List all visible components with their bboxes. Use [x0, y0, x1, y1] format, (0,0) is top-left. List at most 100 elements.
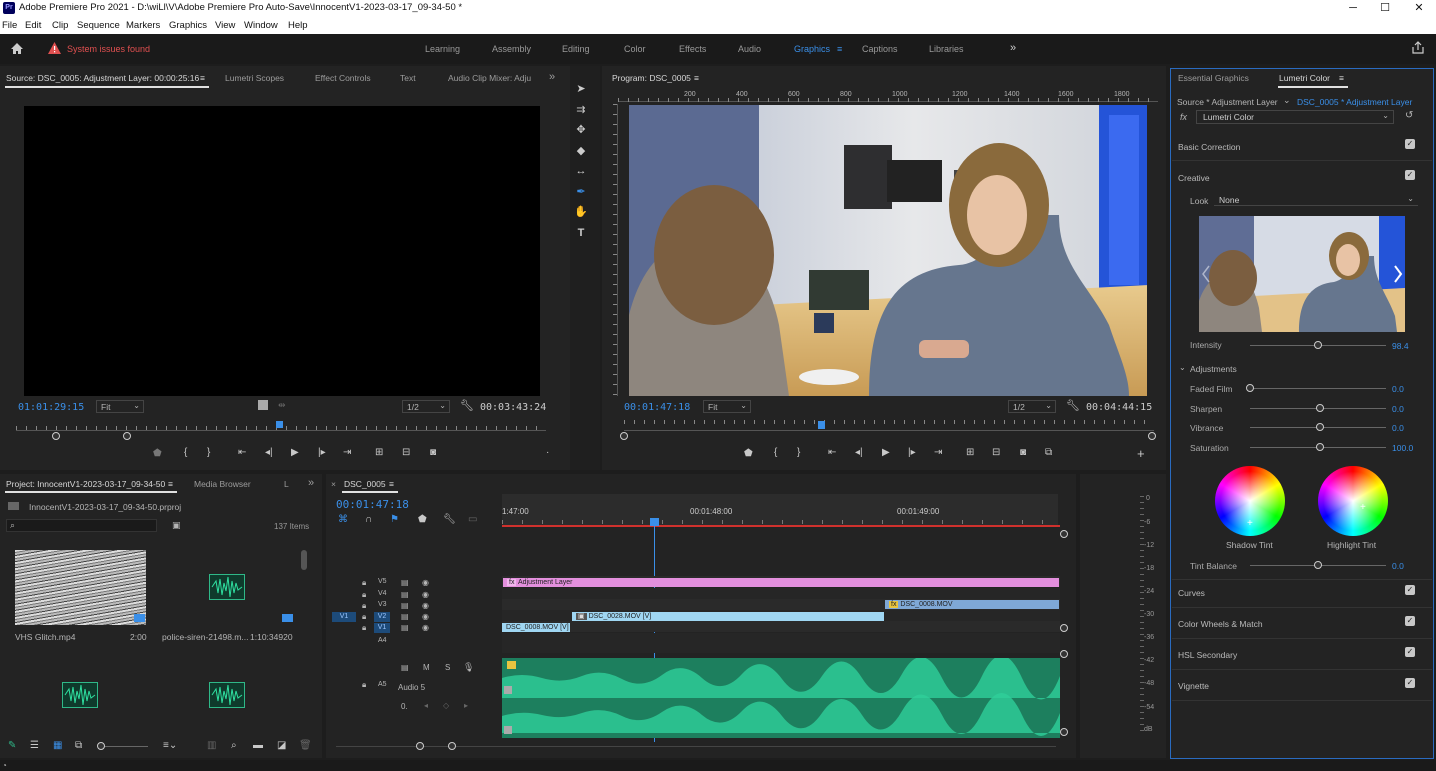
program-step-back-icon[interactable]: ◂| [855, 447, 863, 458]
look-dropdown[interactable]: None ⌄ [1214, 194, 1418, 206]
system-issues-alert[interactable]: System issues found [67, 44, 150, 54]
more-workspaces-icon[interactable]: » [1010, 42, 1016, 54]
workspace-captions[interactable]: Captions [862, 44, 898, 54]
adjustment-layer-clip[interactable]: fx Adjustment Layer [503, 578, 1059, 587]
project-more-panels-icon[interactable]: » [308, 477, 314, 489]
hand-tool-icon[interactable]: ✋ [574, 205, 588, 219]
vignette-checkbox[interactable]: ✓ [1405, 678, 1415, 688]
tab-sequence[interactable]: DSC_0005 [344, 479, 386, 489]
share-icon[interactable] [1411, 41, 1425, 55]
selection-tool-icon[interactable]: ➤ [574, 82, 588, 96]
maximize-button[interactable]: ☐ [1368, 0, 1402, 16]
sort-icon[interactable]: ≡⌄ [163, 740, 177, 751]
tab-audio-clip-mixer[interactable]: Audio Clip Mixer: Adju [448, 73, 531, 83]
curves-checkbox[interactable]: ✓ [1405, 585, 1415, 595]
list-view-icon[interactable]: ☰ [30, 740, 39, 751]
menu-window[interactable]: Window [244, 20, 278, 31]
timeline-zoom-bar[interactable] [336, 746, 1056, 747]
linked-selection-icon[interactable]: ⚑ [390, 514, 399, 525]
pen-tool-icon[interactable]: ✒ [574, 185, 588, 199]
tint-balance-knob[interactable] [1314, 561, 1322, 569]
reset-icon[interactable]: ↺ [1405, 110, 1413, 121]
adjustments-chevron-icon[interactable]: ⌄ [1179, 363, 1186, 372]
source-dropdown-icon[interactable]: ⌄ [1283, 95, 1291, 106]
workspace-effects[interactable]: Effects [679, 44, 706, 54]
source-panel-menu-icon[interactable]: ≡ [200, 73, 205, 83]
section-creative[interactable]: Creative [1178, 173, 1210, 183]
previous-keyframe-icon[interactable]: ◂ [424, 701, 428, 710]
lock-icon[interactable]: 🔒︎ [362, 680, 366, 690]
project-scrollbar[interactable] [301, 550, 307, 570]
track-label-v2[interactable]: V2 [374, 612, 390, 622]
timeline-scroll-handle[interactable] [1060, 650, 1068, 658]
timeline-settings-icon[interactable]: 🔧︎ [443, 514, 456, 525]
timeline-timecode[interactable]: 00:01:47:18 [336, 498, 409, 511]
lumetri-source-link[interactable]: DSC_0005 * Adjustment Layer [1297, 97, 1412, 107]
next-keyframe-icon[interactable]: ▸ [464, 701, 468, 710]
eye-icon[interactable]: ◉ [422, 601, 429, 610]
new-search-bin-icon[interactable]: ▣ [172, 520, 181, 531]
program-video-frame[interactable] [629, 105, 1147, 396]
lift-icon[interactable]: ⊞ [966, 447, 974, 458]
workspace-editing[interactable]: Editing [562, 44, 590, 54]
razor-tool-icon[interactable]: ◆ [574, 144, 588, 158]
close-button[interactable]: ✕ [1402, 0, 1436, 16]
mark-out-icon[interactable]: } [207, 447, 210, 458]
audio-volume-value[interactable]: 0. [401, 702, 408, 711]
menu-edit[interactable]: Edit [25, 20, 41, 31]
program-fit-dropdown[interactable]: Fit ⌄ [703, 400, 751, 413]
solo-button[interactable]: S [445, 663, 450, 672]
sync-lock-icon[interactable]: ▤ [401, 578, 409, 587]
vibrance-knob[interactable] [1316, 423, 1324, 431]
step-back-icon[interactable]: ◂| [265, 447, 273, 458]
new-item-icon[interactable]: ◪ [277, 740, 286, 751]
color-wheels-checkbox[interactable]: ✓ [1405, 616, 1415, 626]
source-patch-v1[interactable]: V1 [332, 612, 356, 622]
timeline-scroll-handle[interactable] [1060, 530, 1068, 538]
minimize-button[interactable]: ─ [1336, 0, 1370, 16]
track-select-tool-icon[interactable]: ⇉ [574, 103, 588, 117]
more-panels-icon[interactable]: » [549, 71, 555, 83]
source-zoom-right-handle[interactable] [123, 432, 131, 440]
menu-file[interactable]: File [2, 20, 17, 31]
effect-dropdown[interactable]: Lumetri Color ⌄ [1196, 110, 1394, 124]
item-name[interactable]: VHS Glitch.mp4 [15, 632, 75, 642]
workspace-learning[interactable]: Learning [425, 44, 460, 54]
sync-lock-icon[interactable]: ▤ [401, 601, 409, 610]
tab-lumetri-color[interactable]: Lumetri Color [1279, 73, 1330, 83]
audio-sync-icon[interactable]: ▤ [401, 663, 409, 672]
workspace-libraries[interactable]: Libraries [929, 44, 964, 54]
go-to-in-icon[interactable]: ⇤ [238, 447, 246, 458]
program-mark-out-icon[interactable]: } [797, 447, 800, 458]
tab-text[interactable]: Text [400, 73, 416, 83]
section-curves[interactable]: Curves [1178, 588, 1205, 598]
vibrance-value[interactable]: 0.0 [1392, 423, 1404, 433]
audio-waveform-thumbnail[interactable] [209, 574, 245, 600]
automate-to-sequence-icon[interactable]: ▥ [207, 740, 216, 751]
lock-icon[interactable]: 🔒︎ [362, 623, 366, 633]
section-vignette[interactable]: Vignette [1178, 681, 1209, 691]
sharpen-value[interactable]: 0.0 [1392, 404, 1404, 414]
intensity-knob[interactable] [1314, 341, 1322, 349]
program-step-forward-icon[interactable]: |▸ [908, 447, 916, 458]
lumetri-panel-menu-icon[interactable]: ≡ [1339, 73, 1344, 83]
settings-wrench-icon[interactable]: 🔧︎ [460, 399, 474, 412]
workspace-color[interactable]: Color [624, 44, 646, 54]
hsl-secondary-checkbox[interactable]: ✓ [1405, 647, 1415, 657]
program-panel-menu-icon[interactable]: ≡ [694, 73, 699, 83]
icon-view-icon[interactable]: ▦ [53, 740, 62, 751]
faded-film-slider[interactable] [1250, 388, 1386, 389]
timeline-zoom-right[interactable] [448, 742, 456, 750]
lock-icon[interactable]: 🔒︎ [362, 601, 366, 611]
eye-icon[interactable]: ◉ [422, 623, 429, 632]
play-icon[interactable]: ▶ [291, 447, 299, 458]
tab-effect-controls[interactable]: Effect Controls [315, 73, 371, 83]
safe-margins-icon[interactable] [258, 400, 268, 410]
workspace-audio[interactable]: Audio [738, 44, 761, 54]
find-icon[interactable]: ⌕ [231, 740, 237, 751]
highlight-tint-crosshair-icon[interactable]: + [1360, 502, 1366, 513]
section-basic-correction[interactable]: Basic Correction [1178, 142, 1240, 152]
menu-clip[interactable]: Clip [52, 20, 68, 31]
eye-icon[interactable]: ◉ [422, 578, 429, 587]
insert-icon[interactable]: ⊞ [375, 447, 383, 458]
